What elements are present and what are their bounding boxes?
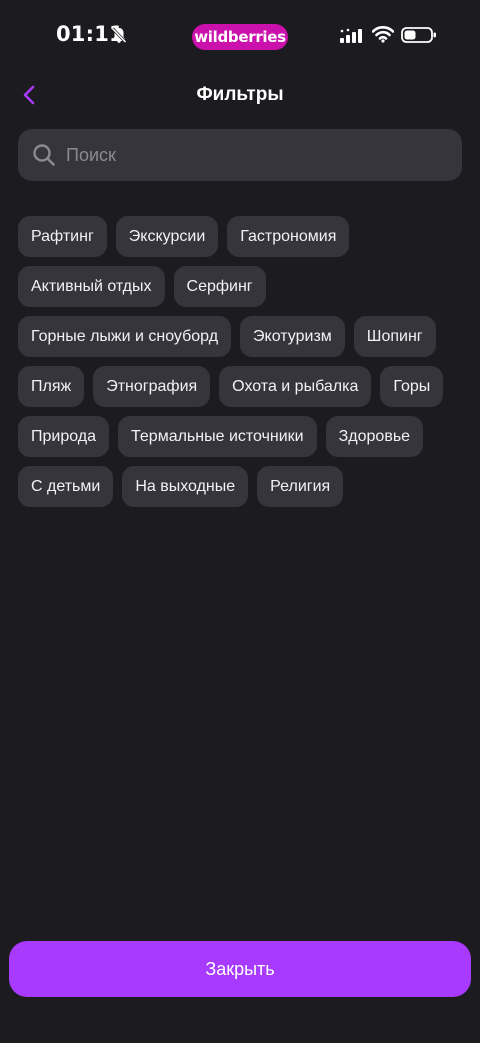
close-button[interactable]: Закрыть [9,941,471,997]
filter-chip[interactable]: С детьми [18,466,114,507]
filter-chips: Рафтинг Экскурсии Гастрономия Активный о… [18,216,468,507]
battery-icon [401,27,436,43]
filter-chip[interactable]: Активный отдых [18,266,165,307]
filter-chip[interactable]: Природа [18,416,110,457]
filter-chip[interactable]: Религия [257,466,344,507]
bell-slash-icon [111,27,127,44]
filter-chip[interactable]: Пляж [18,366,85,407]
filter-chip[interactable]: Серфинг [173,266,266,307]
status-bar: 01:11 wildberries [0,0,480,72]
filter-chip[interactable]: Рафтинг [18,216,107,257]
filter-chip[interactable]: Горные лыжи и сноуборд [18,316,232,357]
filter-chip[interactable]: Здоровье [325,416,424,457]
filters-screen: 01:11 wildberries Фильтры Поиск Рафтинг … [0,0,480,1043]
filter-chip[interactable]: Экотуризм [240,316,345,357]
wildberries-logo: wildberries [192,24,288,50]
wifi-icon [372,26,394,43]
filter-chip[interactable]: Охота и рыбалка [219,366,372,407]
search-icon [33,144,55,166]
search-input[interactable] [66,129,446,181]
filter-chip[interactable]: Горы [380,366,444,407]
filter-chip[interactable]: Шопинг [353,316,436,357]
page-title: Фильтры [196,84,284,105]
filter-chip[interactable]: Термальные источники [118,416,317,457]
filter-chip[interactable]: Этнография [93,366,211,407]
filter-chip[interactable]: Гастрономия [227,216,350,257]
signal-icon [340,28,362,43]
search-bar[interactable] [18,129,462,181]
filter-chip[interactable]: На выходные [122,466,249,507]
filter-chip[interactable]: Экскурсии [115,216,219,257]
